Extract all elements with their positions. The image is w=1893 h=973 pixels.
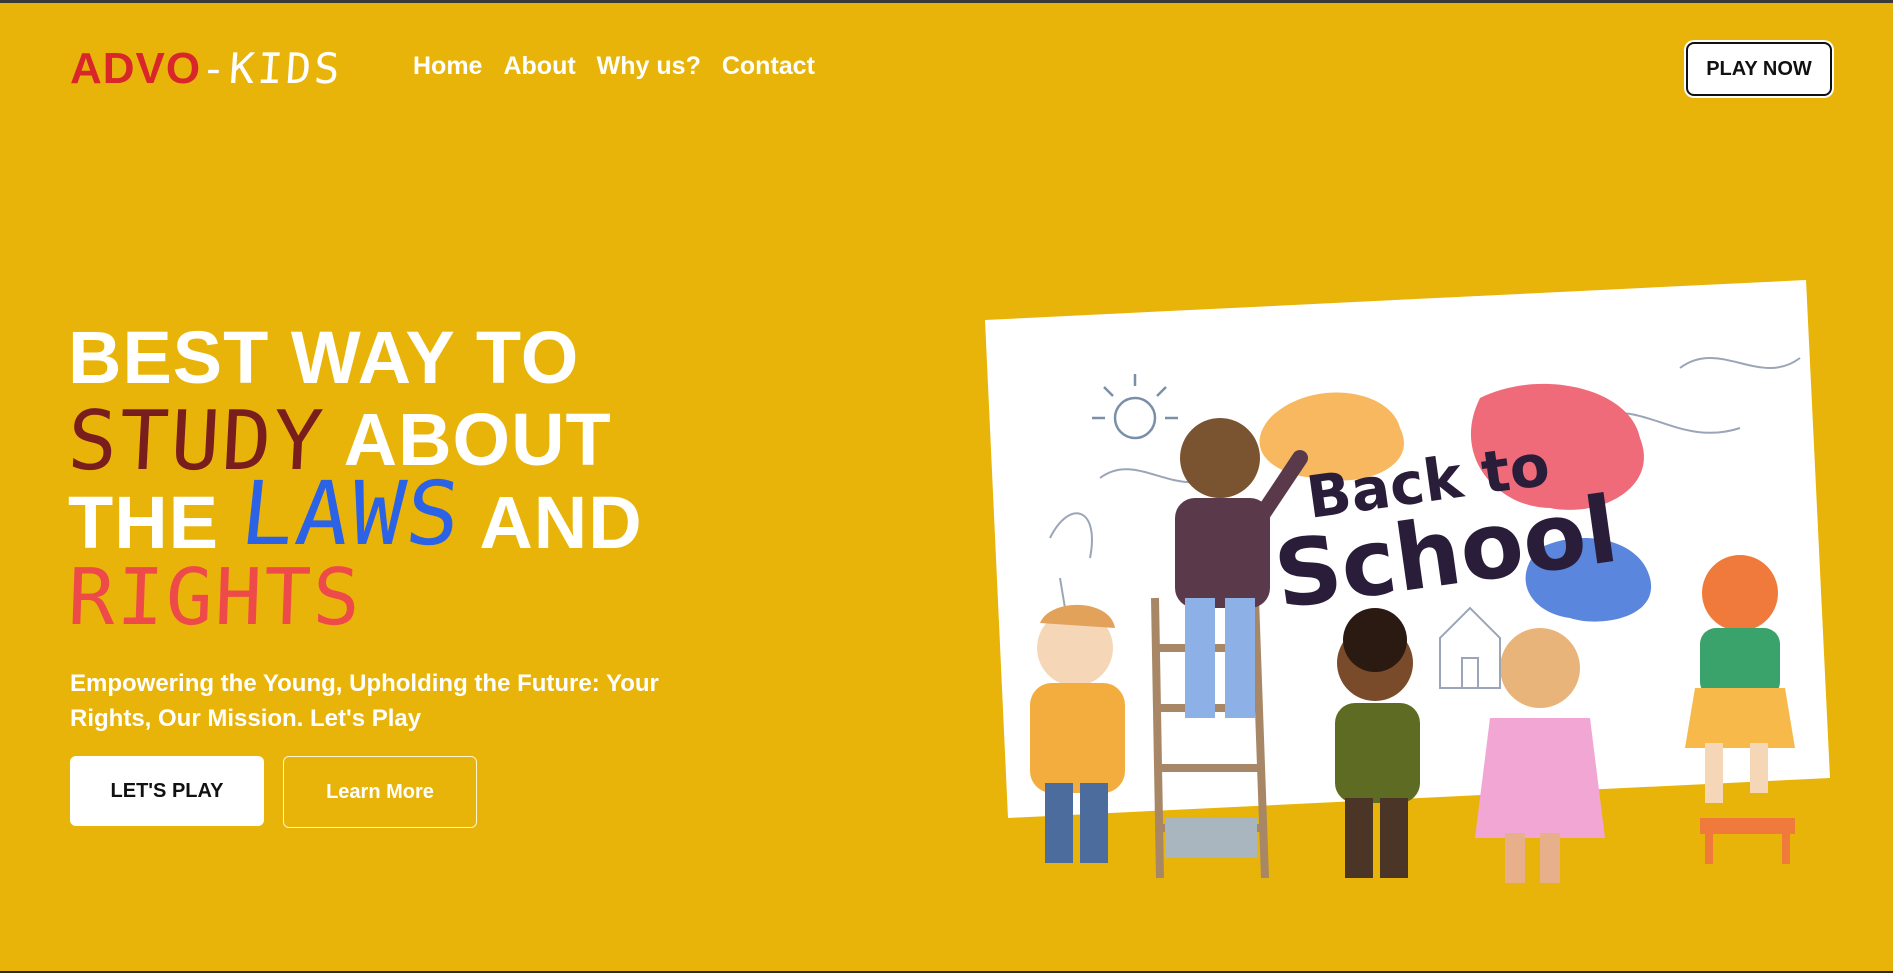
nav-about[interactable]: About [503, 52, 575, 81]
nav-contact[interactable]: Contact [722, 52, 815, 81]
highlight-laws: LAWS [235, 462, 467, 565]
hero-subtitle: Empowering the Young, Upholding the Futu… [70, 670, 659, 732]
stool-icon [1700, 818, 1795, 864]
hero-title-line-1: BEST WAY TO [68, 318, 643, 398]
kid-green-sweater [1335, 608, 1420, 878]
top-border [0, 0, 1893, 3]
brand-logo-secondary: -KIDS [199, 44, 345, 93]
play-now-button[interactable]: PLAY NOW [1686, 42, 1832, 96]
brand-logo-primary: ADVO [70, 44, 202, 93]
hero-line3-start: THE [68, 481, 219, 564]
brand-logo[interactable]: ADVO -KIDS [70, 44, 345, 94]
nav-home[interactable]: Home [413, 52, 482, 81]
highlight-rights: RIGHTS [66, 553, 364, 643]
hero-title: BEST WAY TO STUDY ABOUT THE LAWS AND RIG… [65, 318, 643, 644]
learn-more-button[interactable]: Learn More [283, 756, 477, 828]
kid-yellow-sweater [1030, 604, 1125, 863]
nav-why-us[interactable]: Why us? [597, 52, 701, 81]
back-to-school-illustration: Back to School [985, 280, 1830, 883]
hero-line1-text: BEST WAY TO [68, 316, 580, 399]
hero-title-line-4: RIGHTS [66, 553, 643, 643]
hero-line3-end: AND [479, 481, 643, 564]
main-nav: Home About Why us? Contact [413, 52, 815, 81]
hero-title-line-3: THE LAWS AND [68, 462, 643, 565]
lets-play-button[interactable]: LET'S PLAY [70, 756, 264, 826]
